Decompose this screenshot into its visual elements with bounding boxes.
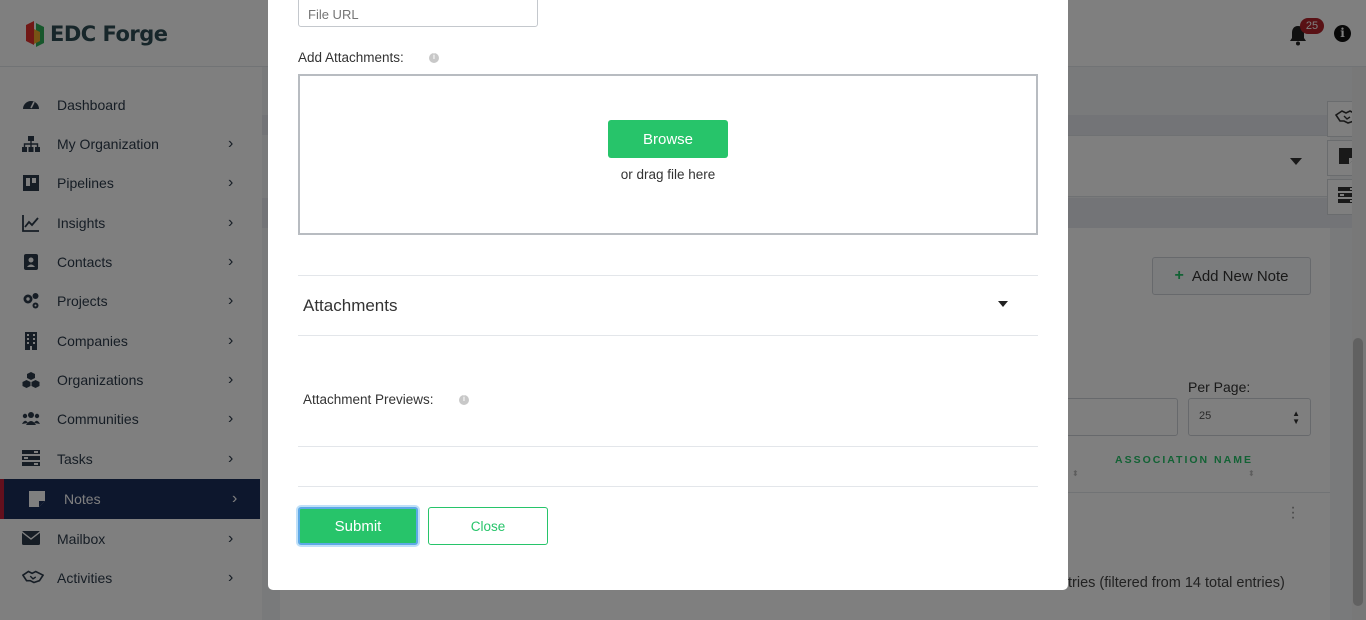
add-note-modal: Add Attachments: i Browse or drag file h… <box>268 0 1068 590</box>
close-button[interactable]: Close <box>428 507 548 545</box>
info-icon[interactable]: i <box>429 53 439 63</box>
caret-down-icon[interactable] <box>998 301 1008 307</box>
file-url-input[interactable] <box>298 0 538 27</box>
file-dropzone[interactable]: Browse or drag file here <box>298 74 1038 235</box>
divider <box>298 486 1038 487</box>
divider <box>298 275 1038 276</box>
browse-button[interactable]: Browse <box>608 120 728 158</box>
attachments-heading[interactable]: Attachments <box>303 296 398 316</box>
attachment-previews-label: Attachment Previews: <box>303 392 434 407</box>
add-attachments-label: Add Attachments: <box>298 50 404 65</box>
divider <box>298 446 1038 447</box>
info-icon[interactable]: i <box>459 395 469 405</box>
divider <box>298 335 1038 336</box>
drag-file-hint: or drag file here <box>620 167 716 182</box>
submit-button[interactable]: Submit <box>298 507 418 545</box>
